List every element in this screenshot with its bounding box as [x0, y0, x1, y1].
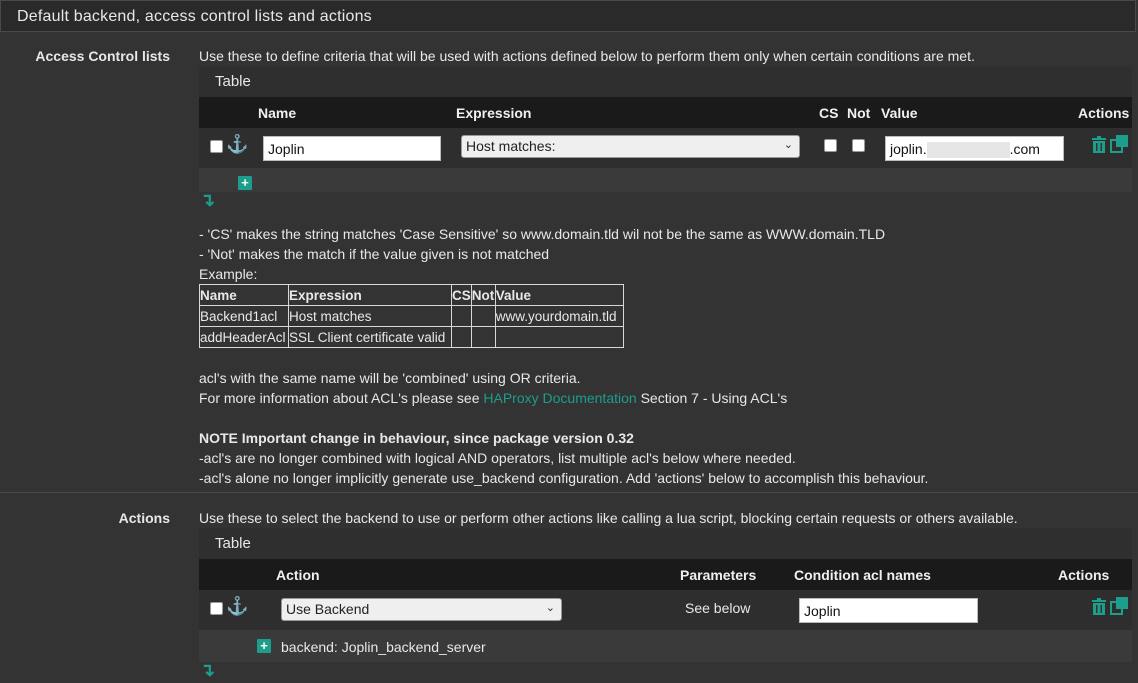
example-cell — [470, 326, 496, 348]
example-label: Example: — [199, 266, 258, 282]
action-row-select-checkbox[interactable] — [210, 602, 223, 615]
haproxy-docs-link[interactable]: HAProxy Documentation — [483, 390, 636, 406]
combined-note: acl's with the same name will be 'combin… — [199, 370, 581, 386]
section-divider — [0, 492, 1138, 493]
actions-table-label: Table — [215, 535, 251, 552]
chevron-down-icon: ⌄ — [545, 602, 555, 614]
col-expression: Expression — [456, 105, 532, 121]
plus-icon[interactable]: + — [238, 176, 252, 190]
example-header-cell: Name — [199, 284, 289, 306]
section-title: Default backend, access control lists an… — [17, 8, 372, 25]
example-row: addHeaderAcl SSL Client certificate vali… — [199, 326, 624, 348]
more-info: For more information about ACL's please … — [199, 390, 787, 406]
cs-note: - 'CS' makes the string matches 'Case Se… — [199, 226, 886, 242]
not-note: - 'Not' makes the match if the value giv… — [199, 246, 550, 262]
col-name: Name — [258, 105, 297, 121]
example-cell — [470, 305, 496, 327]
col-condition: Condition acl names — [794, 567, 931, 583]
example-cell: addHeaderAcl — [199, 326, 289, 348]
anchor-icon[interactable]: ⚓ — [226, 134, 248, 155]
acl-table-label: Table — [215, 73, 251, 90]
example-cell — [451, 305, 472, 327]
acl-label: Access Control lists — [35, 48, 170, 64]
more-info-suffix: Section 7 - Using ACL's — [640, 390, 788, 406]
example-cell: Backend1acl — [199, 305, 289, 327]
example-cell — [451, 326, 472, 348]
more-info-prefix: For more information about ACL's please … — [199, 390, 480, 406]
actions-label: Actions — [118, 510, 170, 526]
example-cell — [494, 326, 624, 348]
copy-icon[interactable] — [1110, 597, 1129, 618]
acl-value-prefix: joplin. — [890, 141, 927, 157]
trash-icon[interactable] — [1091, 598, 1107, 618]
actions-description: Use these to select the backend to use o… — [199, 510, 1018, 526]
col-value: Value — [881, 105, 918, 121]
parameters-text: See below — [685, 600, 751, 616]
trash-icon[interactable] — [1091, 136, 1107, 156]
acl-expression-select[interactable]: Host matches: ⌄ — [461, 135, 800, 158]
example-header-cell: CS — [451, 284, 472, 306]
example-cell: www.yourdomain.tld — [494, 305, 624, 327]
col-action: Action — [276, 567, 320, 583]
anchor-icon[interactable]: ⚓ — [226, 596, 248, 617]
acl-expression-value: Host matches: — [466, 138, 556, 154]
col-cs: CS — [819, 105, 839, 121]
note-title: NOTE Important change in behaviour, sinc… — [199, 430, 634, 446]
acl-name-input[interactable]: Joplin — [263, 136, 441, 161]
action-select[interactable]: Use Backend ⌄ — [281, 598, 562, 621]
note-line-1: -acl's are no longer combined with logic… — [199, 450, 796, 466]
acl-value-input[interactable]: joplin. .com — [885, 136, 1064, 161]
arrow-down-icon[interactable]: ↴ — [200, 190, 215, 211]
col-actions: Actions — [1078, 105, 1130, 121]
example-header-cell: Not — [470, 284, 496, 306]
redacted-block — [926, 142, 1010, 159]
acl-table-panel-header: Table — [199, 66, 1132, 97]
example-cell: SSL Client certificate valid — [288, 326, 452, 348]
acl-name-value: Joplin — [268, 141, 305, 157]
condition-acl-input[interactable]: Joplin — [799, 598, 978, 623]
acl-table-header: Name Expression CS Not Value Actions — [199, 97, 1132, 128]
actions-table-panel-header: Table — [199, 528, 1132, 559]
example-row: Backend1acl Host matches www.yourdomain.… — [199, 305, 624, 327]
example-header-cell: Value — [494, 284, 624, 306]
action-value: Use Backend — [286, 601, 370, 617]
plus-icon[interactable]: + — [257, 639, 271, 653]
col-parameters: Parameters — [680, 567, 757, 583]
arrow-down-icon[interactable]: ↴ — [200, 660, 215, 681]
col-actions: Actions — [1058, 567, 1110, 583]
section-header: Default backend, access control lists an… — [0, 0, 1136, 32]
note-line-2: -acl's alone no longer implicitly genera… — [199, 470, 929, 486]
acl-table-footer — [199, 168, 1132, 192]
chevron-down-icon: ⌄ — [783, 139, 793, 151]
example-cell: Host matches — [288, 305, 452, 327]
acl-cs-checkbox[interactable] — [824, 139, 837, 152]
copy-icon[interactable] — [1110, 135, 1129, 156]
acl-value-suffix: .com — [1009, 141, 1040, 157]
example-header-row: Name Expression CS Not Value — [199, 284, 624, 306]
actions-table-header: Action Parameters Condition acl names Ac… — [199, 559, 1132, 590]
backend-detail: backend: Joplin_backend_server — [281, 639, 486, 655]
condition-acl-value: Joplin — [804, 603, 841, 619]
example-header-cell: Expression — [288, 284, 452, 306]
acl-description: Use these to define criteria that will b… — [199, 48, 975, 64]
acl-not-checkbox[interactable] — [852, 139, 865, 152]
example-table: Name Expression CS Not Value Backend1acl… — [199, 284, 624, 348]
acl-row-select-checkbox[interactable] — [210, 140, 223, 153]
col-not: Not — [847, 105, 871, 121]
